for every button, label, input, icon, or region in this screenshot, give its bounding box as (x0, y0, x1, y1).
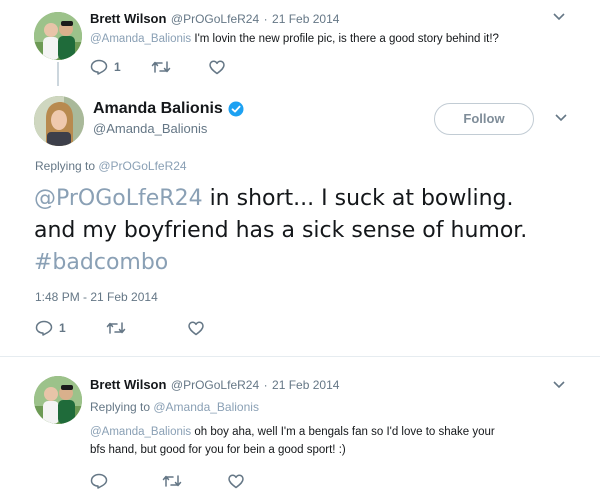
chevron-down-icon[interactable] (553, 381, 565, 389)
main-author-row: Amanda Balionis (93, 98, 244, 120)
tweet1-header: Brett Wilson @PrOGoLfeR24 · 21 Feb 2014 (90, 10, 339, 28)
mention-link[interactable]: @Amanda_Balionis (90, 426, 191, 438)
chevron-down-icon[interactable] (553, 13, 565, 21)
retweet-icon[interactable] (151, 60, 171, 74)
author-name[interactable]: Brett Wilson (90, 377, 166, 392)
body-text: in short... I suck at bowling. (202, 186, 514, 211)
tweet-body: I'm lovin the new profile pic, is there … (191, 33, 499, 45)
tweet1-actions: 1 (90, 58, 225, 76)
avatar-brett-wilson[interactable] (34, 376, 82, 424)
tweet1-text: @Amanda_Balionis I'm lovin the new profi… (90, 31, 499, 47)
divider (0, 356, 600, 357)
hashtag-link[interactable]: #badcombo (34, 250, 168, 275)
tweet-body: oh boy aha, well I'm a bengals fan so I'… (191, 426, 495, 438)
tweet-body-line-1: @PrOGoLfeR24 in short... I suck at bowli… (34, 184, 514, 214)
tweet-timestamp[interactable]: 1:48 PM - 21 Feb 2014 (35, 290, 158, 304)
chevron-down-icon[interactable] (555, 114, 567, 122)
tweet-body-line-2: and my boyfriend has a sick sense of hum… (34, 218, 528, 243)
author-name[interactable]: Amanda Balionis (93, 98, 223, 120)
reply-count: 1 (59, 321, 66, 335)
main-actions: 1 (35, 319, 204, 337)
author-handle[interactable]: @PrOGoLfeR24 (171, 378, 259, 392)
mention-link[interactable]: @PrOGoLfeR24 (34, 186, 203, 211)
tweet-body-line-3: #badcombo (34, 248, 168, 278)
replying-to: Replying to @Amanda_Balionis (90, 400, 259, 414)
reply-icon[interactable] (90, 473, 108, 489)
like-icon[interactable] (187, 321, 204, 336)
replying-to-handle[interactable]: @PrOGoLfeR24 (98, 159, 186, 173)
author-handle[interactable]: @PrOGoLfeR24 (171, 12, 259, 26)
replying-to-label: Replying to (35, 159, 99, 173)
reply-icon[interactable] (90, 59, 108, 75)
replying-to: Replying to @PrOGoLfeR24 (35, 159, 187, 173)
author-handle[interactable]: @Amanda_Balionis (93, 121, 207, 136)
tweet3-actions (90, 472, 244, 490)
reply-icon[interactable] (35, 320, 53, 336)
avatar-amanda-balionis[interactable] (34, 96, 84, 146)
reply-count: 1 (114, 60, 121, 74)
replying-to-handle[interactable]: @Amanda_Balionis (153, 400, 259, 414)
tweet-date[interactable]: 21 Feb 2014 (272, 12, 339, 26)
author-name[interactable]: Brett Wilson (90, 11, 166, 26)
retweet-icon[interactable] (162, 474, 182, 488)
tweet3-text-line-2: bfs hand, but good for you for bein a go… (90, 444, 346, 456)
tweet3-text-line-1: @Amanda_Balionis oh boy aha, well I'm a … (90, 424, 495, 440)
tweet-date[interactable]: 21 Feb 2014 (272, 378, 339, 392)
avatar-brett-wilson[interactable] (34, 12, 82, 60)
like-icon[interactable] (208, 60, 225, 75)
separator-dot: · (263, 12, 268, 26)
verified-badge-icon (228, 101, 244, 117)
replying-to-label: Replying to (90, 400, 154, 414)
like-icon[interactable] (228, 474, 244, 489)
separator-dot: · (263, 378, 268, 392)
mention-link[interactable]: @Amanda_Balionis (90, 33, 191, 45)
thread-connector-line (57, 62, 59, 86)
follow-button[interactable]: Follow (434, 103, 534, 135)
retweet-icon[interactable] (106, 321, 126, 335)
tweet3-header: Brett Wilson @PrOGoLfeR24 · 21 Feb 2014 (90, 376, 339, 394)
